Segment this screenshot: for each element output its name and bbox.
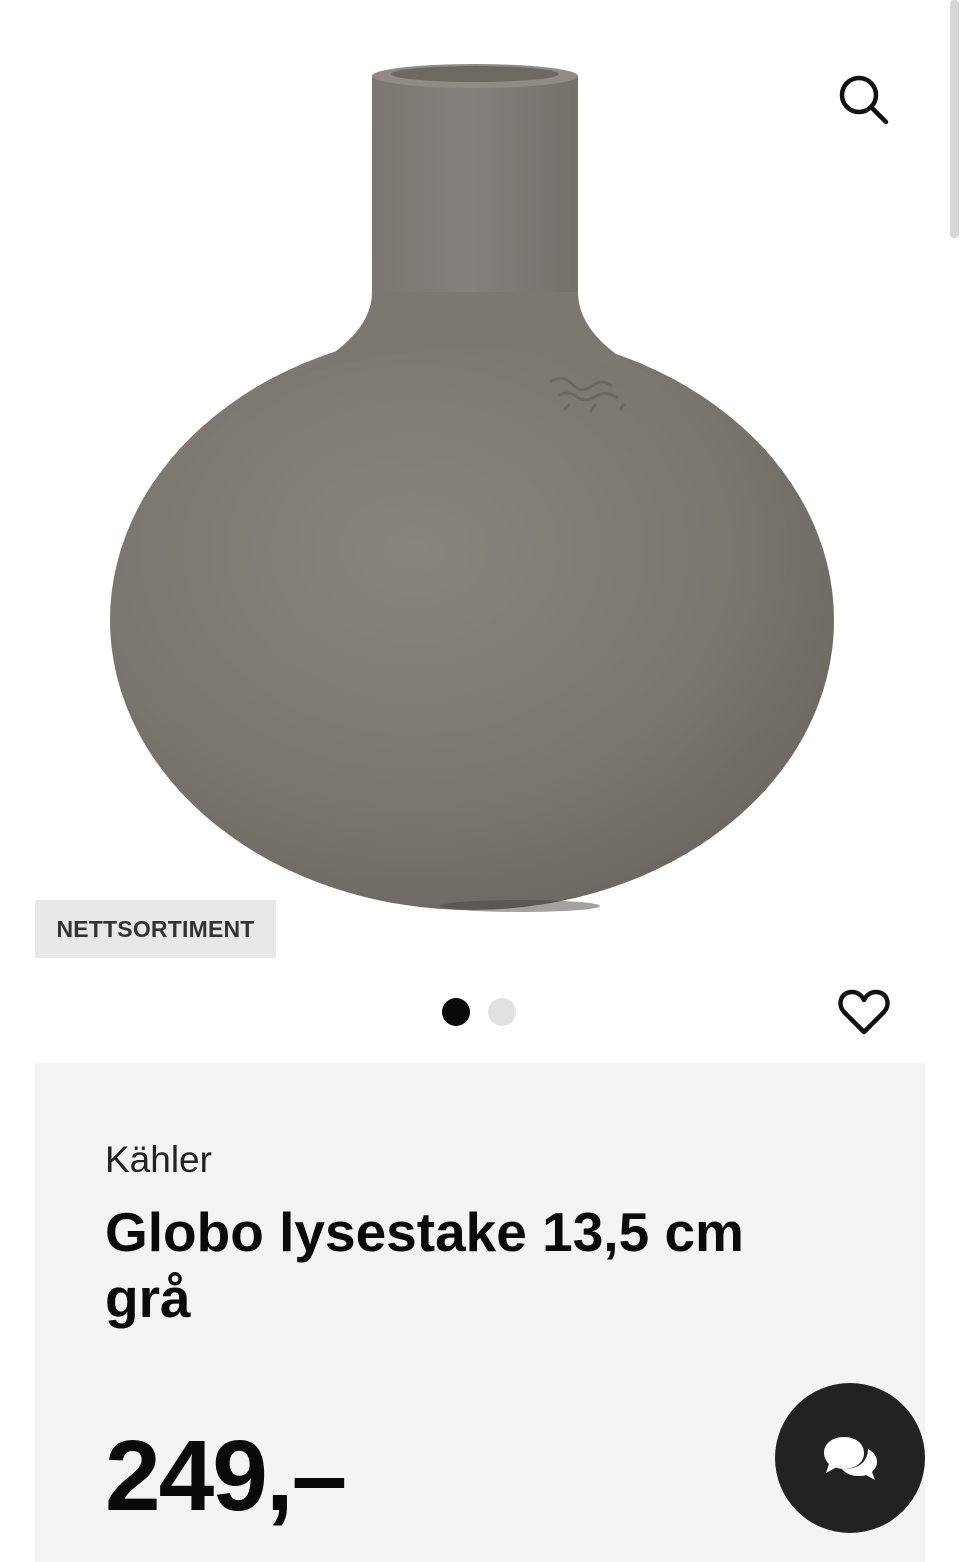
product-image[interactable] — [60, 30, 880, 930]
favorite-button[interactable] — [832, 982, 896, 1042]
product-price: 249,– — [105, 1420, 347, 1532]
product-badge: NETTSORTIMENT — [35, 900, 276, 958]
carousel-dot-2[interactable] — [488, 998, 516, 1026]
carousel-indicators — [442, 998, 516, 1026]
scrollbar-thumb[interactable] — [950, 0, 959, 238]
search-icon — [839, 75, 889, 125]
product-brand[interactable]: Kähler — [105, 1139, 212, 1181]
search-button[interactable] — [830, 66, 898, 134]
chat-button[interactable] — [775, 1383, 925, 1533]
heart-outline-icon — [838, 989, 890, 1035]
product-title: Globo lysestake 13,5 cm grå — [105, 1201, 744, 1329]
chat-bubbles-icon — [824, 1437, 877, 1480]
carousel-dot-1[interactable] — [442, 998, 470, 1026]
